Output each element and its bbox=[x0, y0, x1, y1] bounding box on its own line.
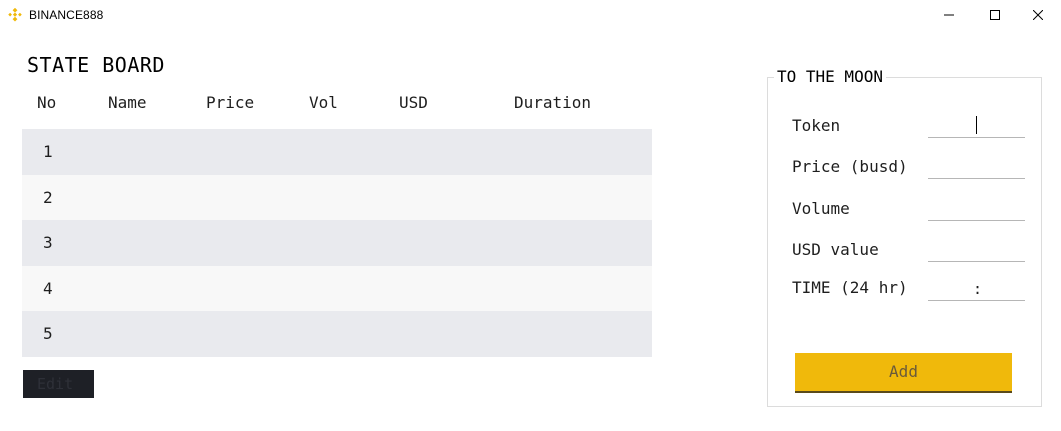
state-table: 1 2 3 4 5 bbox=[22, 129, 652, 357]
table-row[interactable]: 2 bbox=[22, 174, 652, 221]
column-header-price: Price bbox=[206, 93, 255, 112]
price-label: Price (busd) bbox=[792, 157, 908, 176]
row-number: 4 bbox=[43, 278, 53, 298]
panel-title: TO THE MOON bbox=[774, 68, 886, 86]
column-header-usd: USD bbox=[399, 93, 428, 112]
title-bar: BINANCE888 bbox=[0, 0, 1061, 30]
minimize-icon bbox=[944, 14, 954, 16]
binance-logo-icon bbox=[8, 8, 22, 22]
usd-value-input[interactable] bbox=[928, 240, 1025, 262]
add-button[interactable]: Add bbox=[795, 353, 1012, 393]
time-label: TIME (24 hr) bbox=[792, 278, 908, 297]
volume-label: Volume bbox=[792, 199, 850, 218]
volume-input[interactable] bbox=[928, 199, 1025, 221]
text-caret bbox=[976, 116, 977, 134]
app-title: BINANCE888 bbox=[29, 8, 104, 22]
token-label: Token bbox=[792, 116, 841, 135]
board-title: STATE BOARD bbox=[27, 53, 165, 77]
close-icon bbox=[1033, 10, 1043, 20]
table-row[interactable]: 5 bbox=[22, 311, 652, 357]
time-separator: : bbox=[973, 280, 983, 298]
minimize-button[interactable] bbox=[926, 0, 972, 30]
column-header-no: No bbox=[37, 93, 57, 112]
row-number: 5 bbox=[43, 324, 53, 344]
column-header-duration: Duration bbox=[514, 93, 592, 112]
table-row[interactable]: 4 bbox=[22, 265, 652, 312]
row-number: 2 bbox=[43, 187, 53, 207]
table-row[interactable]: 1 bbox=[22, 129, 652, 175]
row-number: 1 bbox=[43, 142, 53, 161]
table-row[interactable]: 3 bbox=[22, 220, 652, 266]
maximize-button[interactable] bbox=[972, 0, 1018, 30]
column-header-name: Name bbox=[108, 93, 147, 112]
column-header-vol: Vol bbox=[309, 93, 338, 112]
price-input[interactable] bbox=[928, 157, 1025, 179]
row-number: 3 bbox=[43, 233, 53, 253]
maximize-icon bbox=[990, 10, 1000, 20]
usd-value-label: USD value bbox=[792, 240, 879, 259]
close-button[interactable] bbox=[1015, 0, 1061, 30]
edit-button[interactable]: Edit bbox=[23, 370, 94, 398]
